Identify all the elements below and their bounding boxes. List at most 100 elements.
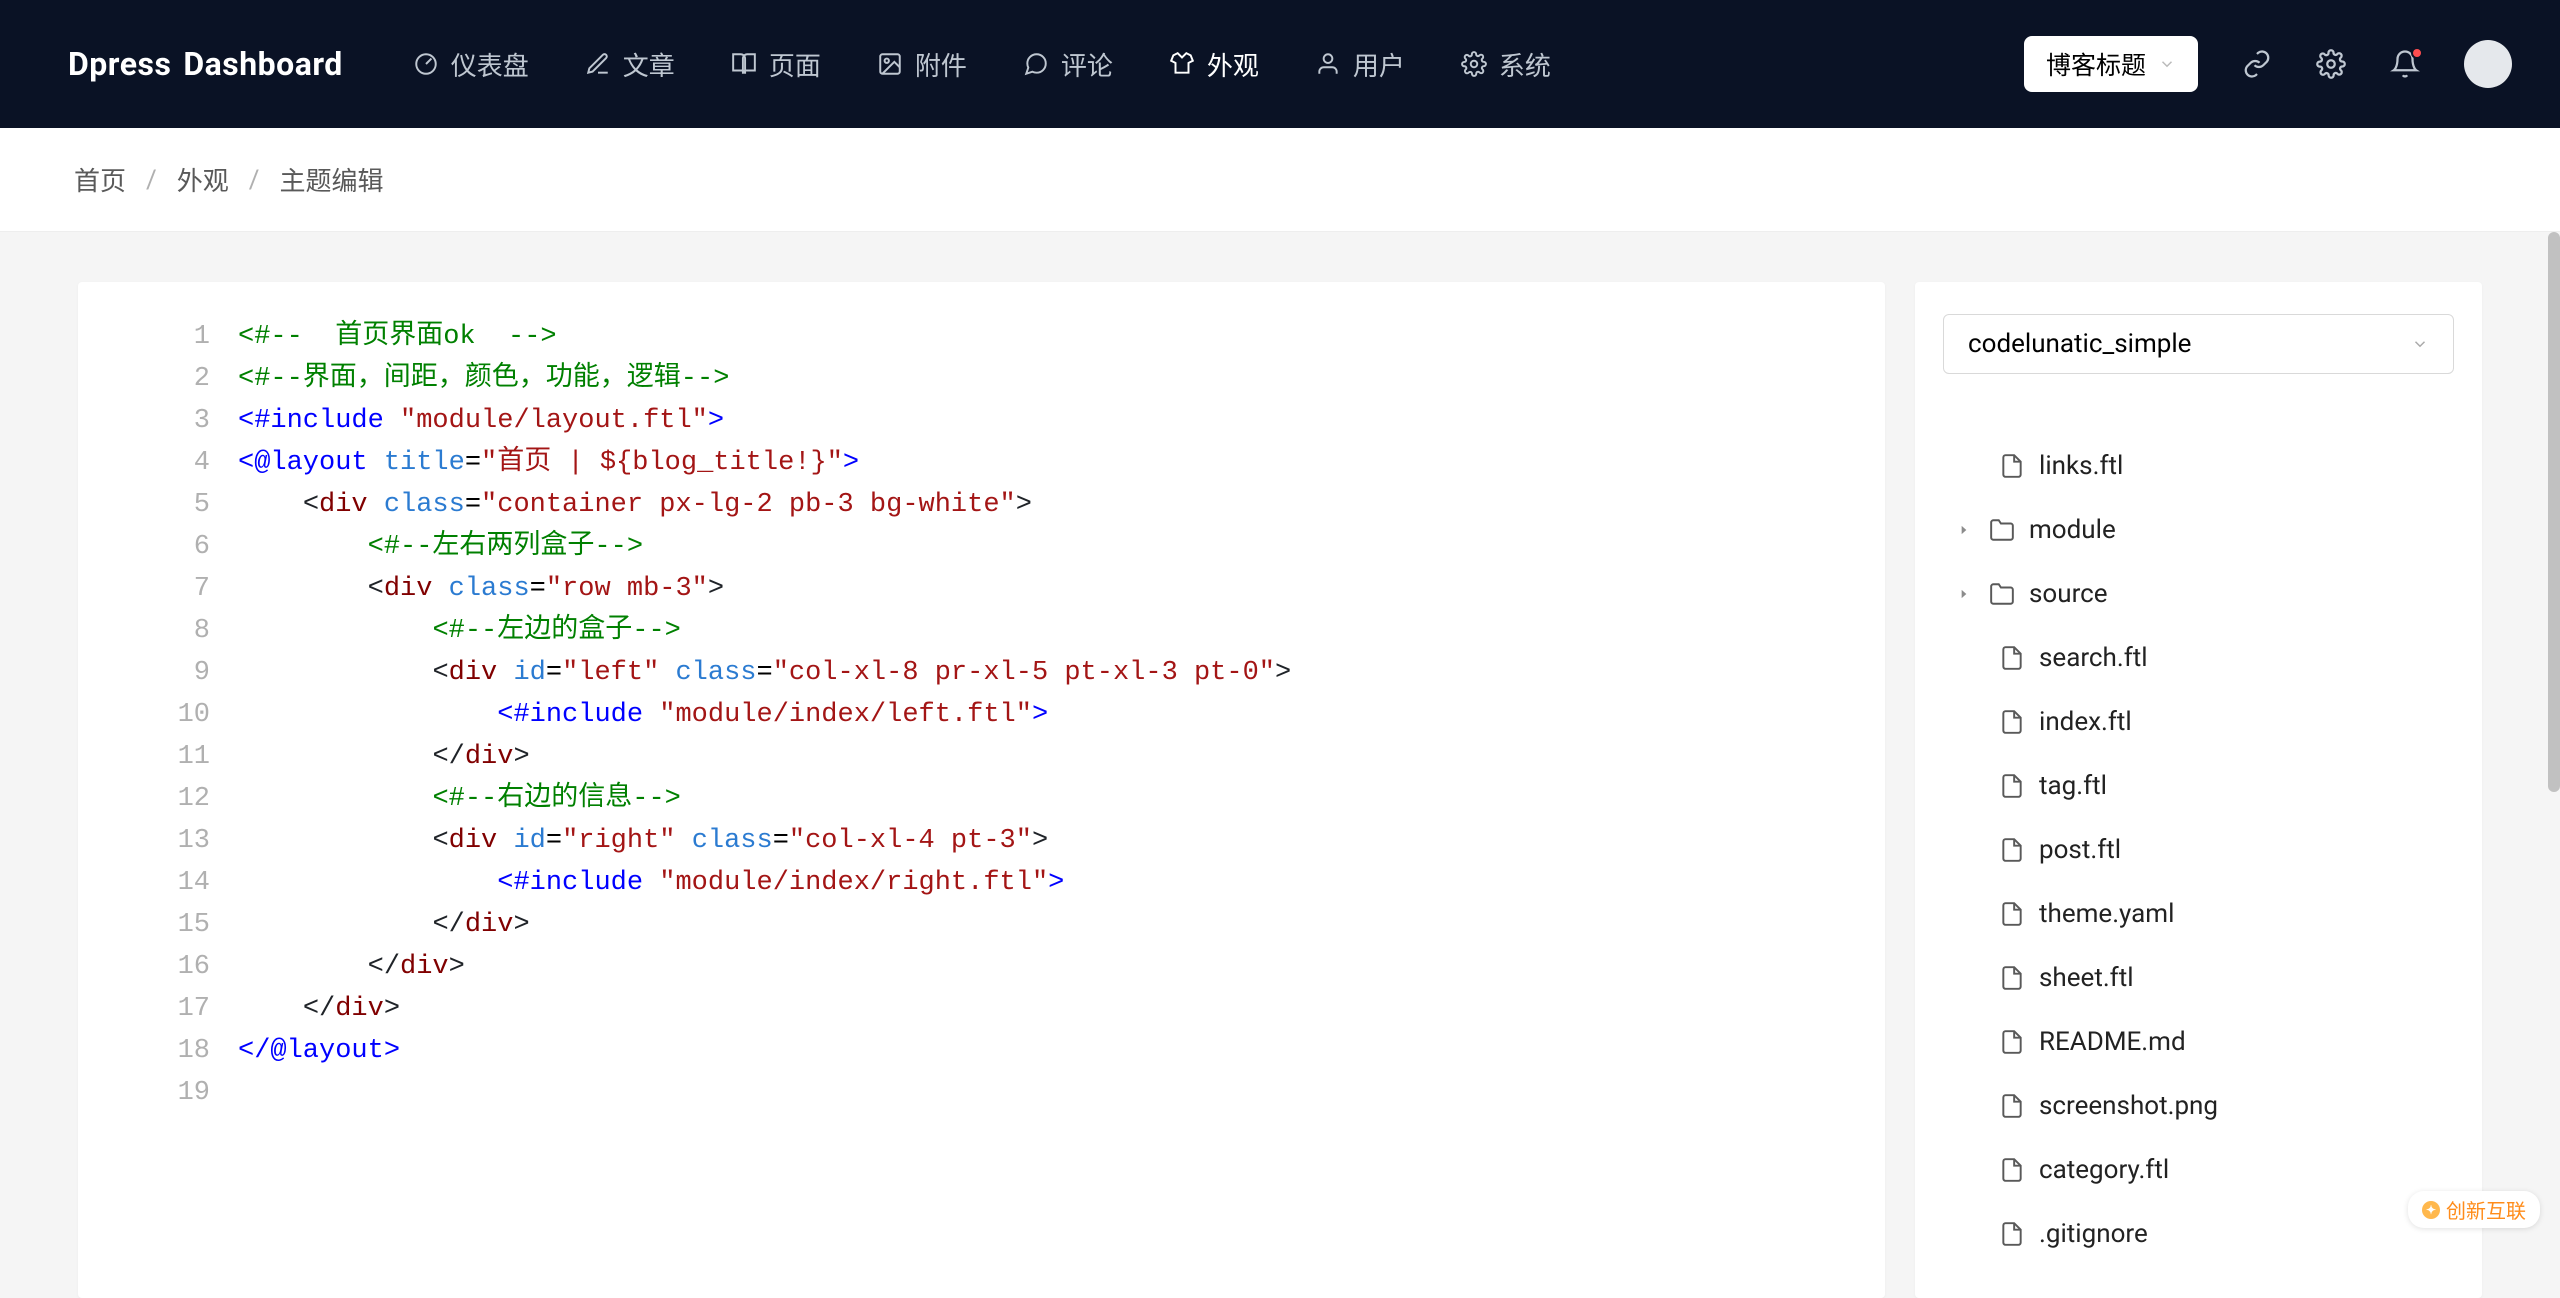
tree-item-label: sheet.ftl xyxy=(2039,963,2134,993)
line-content[interactable]: </div> xyxy=(238,946,1885,988)
line-content[interactable]: <div id="left" class="col-xl-8 pr-xl-5 p… xyxy=(238,652,1885,694)
code-line[interactable]: 6 <#--左右两列盒子--> xyxy=(78,526,1885,568)
code-line[interactable]: 7 <div class="row mb-3"> xyxy=(78,568,1885,610)
file-icon xyxy=(1999,901,2025,927)
tree-item[interactable]: post.ftl xyxy=(1943,818,2454,882)
tree-item[interactable]: theme.yaml xyxy=(1943,882,2454,946)
avatar[interactable] xyxy=(2464,40,2512,88)
line-content[interactable]: <div class="container px-lg-2 pb-3 bg-wh… xyxy=(238,484,1885,526)
tree-item[interactable]: module xyxy=(1943,498,2454,562)
tree-item[interactable]: index.ftl xyxy=(1943,690,2454,754)
nav-label: 外观 xyxy=(1207,46,1259,83)
line-content[interactable]: <#--左右两列盒子--> xyxy=(238,526,1885,568)
file-icon xyxy=(1999,965,2025,991)
theme-select[interactable]: codelunatic_simple xyxy=(1943,314,2454,374)
line-content[interactable]: <div class="row mb-3"> xyxy=(238,568,1885,610)
nav-label: 用户 xyxy=(1353,46,1405,83)
line-content[interactable]: <#include "module/index/right.ftl"> xyxy=(238,862,1885,904)
code-line[interactable]: 15 </div> xyxy=(78,904,1885,946)
code-line[interactable]: 8 <#--左边的盒子--> xyxy=(78,610,1885,652)
nav-label: 系统 xyxy=(1499,46,1551,83)
line-content[interactable] xyxy=(238,1072,1885,1114)
line-content[interactable]: <#include "module/layout.ftl"> xyxy=(238,400,1885,442)
code-line[interactable]: 2<#--界面，间距，颜色，功能，逻辑--> xyxy=(78,358,1885,400)
tree-item[interactable]: .gitignore xyxy=(1943,1202,2454,1266)
main: 1<#-- 首页界面ok -->2<#--界面，间距，颜色，功能，逻辑-->3<… xyxy=(0,232,2560,1298)
code-line[interactable]: 4<@layout title="首页 | ${blog_title!}"> xyxy=(78,442,1885,484)
tree-item[interactable]: source xyxy=(1943,562,2454,626)
code-line[interactable]: 3<#include "module/layout.ftl"> xyxy=(78,400,1885,442)
code-editor[interactable]: 1<#-- 首页界面ok -->2<#--界面，间距，颜色，功能，逻辑-->3<… xyxy=(78,282,1885,1298)
tree-item[interactable]: search.ftl xyxy=(1943,626,2454,690)
line-number: 18 xyxy=(78,1030,238,1072)
line-number: 9 xyxy=(78,652,238,694)
caret-icon[interactable] xyxy=(1953,583,1975,605)
code-line[interactable]: 1<#-- 首页界面ok --> xyxy=(78,316,1885,358)
line-content[interactable]: <div id="right" class="col-xl-4 pt-3"> xyxy=(238,820,1885,862)
code-line[interactable]: 5 <div class="container px-lg-2 pb-3 bg-… xyxy=(78,484,1885,526)
top-nav: 仪表盘 文章 页面 附件 评论 外观 用户 系统 xyxy=(413,46,1551,83)
code-line[interactable]: 11 </div> xyxy=(78,736,1885,778)
chat-icon xyxy=(1023,51,1049,77)
breadcrumb-home[interactable]: 首页 xyxy=(74,161,126,198)
brand: DpressDashboard xyxy=(68,45,343,83)
line-content[interactable]: <#--左边的盒子--> xyxy=(238,610,1885,652)
tree-item-label: index.ftl xyxy=(2039,707,2132,737)
line-number: 14 xyxy=(78,862,238,904)
scrollbar[interactable] xyxy=(2548,232,2560,792)
code-line[interactable]: 12 <#--右边的信息--> xyxy=(78,778,1885,820)
nav-item-2[interactable]: 页面 xyxy=(731,46,821,83)
breadcrumb-section[interactable]: 外观 xyxy=(177,161,229,198)
file-icon xyxy=(1999,1093,2025,1119)
tree-item-label: module xyxy=(2029,515,2116,545)
line-content[interactable]: <@layout title="首页 | ${blog_title!}"> xyxy=(238,442,1885,484)
code-line[interactable]: 10 <#include "module/index/left.ftl"> xyxy=(78,694,1885,736)
tree-item[interactable]: sheet.ftl xyxy=(1943,946,2454,1010)
breadcrumb-sep: / xyxy=(146,165,157,195)
watermark-badge: ✦创新互联 xyxy=(2408,1191,2540,1228)
tree-item[interactable]: links.ftl xyxy=(1943,434,2454,498)
user-icon xyxy=(1315,51,1341,77)
tree-item-label: links.ftl xyxy=(2039,451,2123,481)
tree-item[interactable]: screenshot.png xyxy=(1943,1074,2454,1138)
link-icon[interactable] xyxy=(2242,49,2272,79)
book-icon xyxy=(731,51,757,77)
line-number: 5 xyxy=(78,484,238,526)
breadcrumb: 首页 / 外观 / 主题编辑 xyxy=(0,128,2560,232)
chevron-down-icon xyxy=(2158,55,2176,73)
gear-icon xyxy=(1461,51,1487,77)
tree-item[interactable]: README.md xyxy=(1943,1010,2454,1074)
line-content[interactable]: </div> xyxy=(238,736,1885,778)
nav-item-7[interactable]: 系统 xyxy=(1461,46,1551,83)
code-line[interactable]: 17 </div> xyxy=(78,988,1885,1030)
line-content[interactable]: </@layout> xyxy=(238,1030,1885,1072)
breadcrumb-sep: / xyxy=(249,165,260,195)
bell-icon[interactable] xyxy=(2390,49,2420,79)
line-content[interactable]: <#-- 首页界面ok --> xyxy=(238,316,1885,358)
tree-item[interactable]: category.ftl xyxy=(1943,1138,2454,1202)
line-content[interactable]: </div> xyxy=(238,904,1885,946)
code-area[interactable]: 1<#-- 首页界面ok -->2<#--界面，间距，颜色，功能，逻辑-->3<… xyxy=(78,316,1885,1114)
nav-item-1[interactable]: 文章 xyxy=(585,46,675,83)
tree-item[interactable]: tag.ftl xyxy=(1943,754,2454,818)
line-content[interactable]: <#--界面，间距，颜色，功能，逻辑--> xyxy=(238,358,1885,400)
nav-item-6[interactable]: 用户 xyxy=(1315,46,1405,83)
blog-title-select[interactable]: 博客标题 xyxy=(2024,36,2198,92)
code-line[interactable]: 19 xyxy=(78,1072,1885,1114)
gear-icon[interactable] xyxy=(2316,49,2346,79)
nav-item-3[interactable]: 附件 xyxy=(877,46,967,83)
line-content[interactable]: <#--右边的信息--> xyxy=(238,778,1885,820)
nav-item-4[interactable]: 评论 xyxy=(1023,46,1113,83)
code-line[interactable]: 13 <div id="right" class="col-xl-4 pt-3"… xyxy=(78,820,1885,862)
line-content[interactable]: <#include "module/index/left.ftl"> xyxy=(238,694,1885,736)
nav-item-5[interactable]: 外观 xyxy=(1169,46,1259,83)
code-line[interactable]: 16 </div> xyxy=(78,946,1885,988)
code-line[interactable]: 14 <#include "module/index/right.ftl"> xyxy=(78,862,1885,904)
file-tree-panel: codelunatic_simple links.ftl module source… xyxy=(1915,282,2482,1298)
nav-item-0[interactable]: 仪表盘 xyxy=(413,46,529,83)
tree-item-label: screenshot.png xyxy=(2039,1091,2218,1121)
code-line[interactable]: 9 <div id="left" class="col-xl-8 pr-xl-5… xyxy=(78,652,1885,694)
caret-icon[interactable] xyxy=(1953,519,1975,541)
line-content[interactable]: </div> xyxy=(238,988,1885,1030)
code-line[interactable]: 18</@layout> xyxy=(78,1030,1885,1072)
